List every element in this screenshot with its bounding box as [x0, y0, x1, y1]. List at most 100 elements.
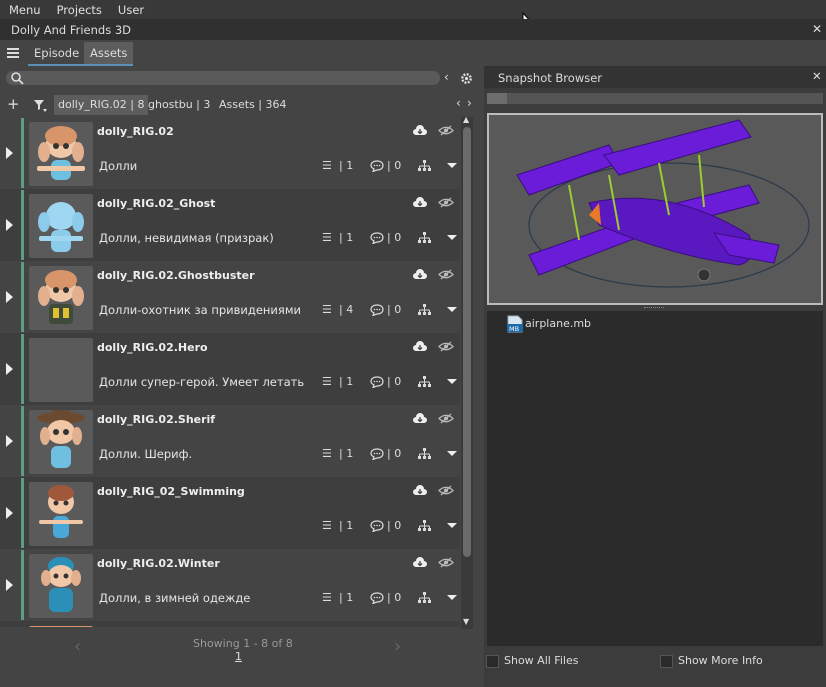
cloud-download-icon[interactable] [413, 269, 427, 280]
asset-list: dolly_RIG.02 Долли ☰ | 1 | 0 dolly_RIG.0… [0, 117, 460, 627]
hamburger-menu-icon[interactable] [7, 48, 19, 58]
list-item[interactable]: dolly_RIG_02_Swimming ☰ | 1 | 0 [0, 477, 460, 549]
tab-assets[interactable]: Assets [84, 42, 134, 66]
dropdown-caret-icon[interactable] [447, 523, 457, 528]
expand-arrow-icon[interactable] [6, 435, 13, 447]
search-input[interactable] [6, 71, 440, 85]
expand-arrow-icon[interactable] [6, 219, 13, 231]
menu-item-user[interactable]: User [109, 3, 151, 17]
comment-count: 0 [394, 375, 402, 388]
pagination-summary: Showing 1 - 8 of 8 [193, 637, 293, 650]
hierarchy-icon[interactable] [418, 160, 431, 172]
visibility-off-icon[interactable] [438, 485, 454, 496]
version-count: 1 [346, 231, 354, 244]
asset-description: Долли, в зимней одежде [99, 591, 251, 605]
tab-episode[interactable]: Episode [28, 42, 86, 66]
panel-divider[interactable] [476, 66, 484, 687]
show-all-files-checkbox[interactable] [486, 655, 499, 668]
close-window-icon[interactable]: ✕ [812, 22, 822, 36]
hierarchy-icon[interactable] [418, 304, 431, 316]
hierarchy-icon[interactable] [418, 232, 431, 244]
dropdown-caret-icon[interactable] [447, 595, 457, 600]
collapse-left-icon[interactable]: ‹ [444, 70, 449, 84]
scroll-left-icon[interactable]: ‹ [456, 96, 461, 110]
asset-thumbnail [29, 554, 93, 618]
filter-chip-dolly[interactable]: dolly_RIG.02 | 8 [54, 95, 149, 115]
comment-icon[interactable] [370, 304, 384, 316]
comment-icon[interactable] [370, 520, 384, 532]
scroll-up-icon[interactable]: ▲ [463, 115, 469, 124]
snapshot-preview[interactable] [487, 113, 823, 305]
hierarchy-icon[interactable] [418, 448, 431, 460]
visibility-off-icon[interactable] [438, 269, 454, 280]
cloud-download-icon[interactable] [413, 413, 427, 424]
filter-chip-ghostbu[interactable]: ghostbu | 3 [144, 95, 214, 115]
airplane-preview-image [516, 119, 810, 288]
hierarchy-icon[interactable] [418, 592, 431, 604]
menu-item-projects[interactable]: Projects [48, 3, 109, 17]
scroll-down-icon[interactable]: ▼ [463, 617, 469, 626]
versions-icon: ☰ [322, 375, 332, 388]
close-panel-icon[interactable]: ✕ [812, 69, 822, 83]
show-more-info-checkbox[interactable] [660, 655, 673, 668]
menu-item-menu[interactable]: Menu [0, 3, 48, 17]
expand-arrow-icon[interactable] [6, 147, 13, 159]
list-item[interactable]: dolly_RIG.02.Sherif Долли. Шериф. ☰ | 1 … [0, 405, 460, 477]
visibility-off-icon[interactable] [438, 557, 454, 568]
expand-arrow-icon[interactable] [6, 579, 13, 591]
list-item[interactable]: dolly_RIG.02.Ghostbuster Долли-охотник з… [0, 261, 460, 333]
comment-icon[interactable] [370, 376, 384, 388]
prev-page-icon[interactable]: ‹ [74, 636, 81, 657]
hierarchy-icon[interactable] [418, 520, 431, 532]
visibility-off-icon[interactable] [438, 125, 454, 136]
list-item[interactable]: dolly_RIG.02_Ghost Долли, невидимая (при… [0, 189, 460, 261]
hierarchy-icon[interactable] [418, 376, 431, 388]
visibility-off-icon[interactable] [438, 197, 454, 208]
asset-name: dolly_RIG.02 [97, 125, 174, 138]
visibility-off-icon[interactable] [438, 413, 454, 424]
dropdown-caret-icon[interactable] [447, 163, 457, 168]
cloud-download-icon[interactable] [413, 557, 427, 568]
cloud-download-icon[interactable] [413, 341, 427, 352]
asset-name: dolly_RIG.02.Sherif [97, 413, 216, 426]
expand-arrow-icon[interactable] [6, 507, 13, 519]
scroll-right-icon[interactable]: › [467, 96, 472, 110]
list-item[interactable]: dolly_RIG.02.Hero Долли супер-герой. Уме… [0, 333, 460, 405]
list-item[interactable] [0, 621, 460, 627]
dropdown-caret-icon[interactable] [447, 307, 457, 312]
comment-icon[interactable] [370, 232, 384, 244]
filter-chip-assets[interactable]: Assets | 364 [215, 95, 291, 115]
list-item[interactable]: dolly_RIG.02 Долли ☰ | 1 | 0 [0, 117, 460, 189]
show-more-info-label: Show More Info [678, 654, 763, 667]
page-number-link[interactable]: 1 [235, 650, 242, 663]
dropdown-caret-icon[interactable] [447, 451, 457, 456]
splitter-handle[interactable] [644, 307, 664, 310]
cloud-download-icon[interactable] [413, 125, 427, 136]
row-accent-bar [21, 262, 24, 332]
cloud-download-icon[interactable] [413, 197, 427, 208]
list-scrollbar[interactable]: ▲ ▼ [461, 115, 473, 629]
version-count: 1 [346, 519, 354, 532]
snapshot-browser-panel: Snapshot Browser ✕ MB airplane.mb Show A… [484, 66, 826, 687]
version-count: 1 [346, 159, 354, 172]
expand-arrow-icon[interactable] [6, 291, 13, 303]
filter-icon[interactable] [33, 99, 47, 112]
next-page-icon[interactable]: › [394, 636, 401, 657]
asset-description: Долли. Шериф. [99, 447, 193, 461]
comment-icon[interactable] [370, 448, 384, 460]
search-row: ‹ [0, 66, 476, 92]
dropdown-caret-icon[interactable] [447, 235, 457, 240]
list-item[interactable]: dolly_RIG.02.Winter Долли, в зимней одеж… [0, 549, 460, 621]
comment-icon[interactable] [370, 592, 384, 604]
add-icon[interactable]: + [7, 95, 20, 113]
expand-arrow-icon[interactable] [6, 363, 13, 375]
cloud-download-icon[interactable] [413, 485, 427, 496]
file-item[interactable]: MB airplane.mb [507, 315, 627, 333]
visibility-off-icon[interactable] [438, 341, 454, 352]
gear-icon[interactable] [460, 72, 473, 85]
dropdown-caret-icon[interactable] [447, 379, 457, 384]
asset-description: Долли, невидимая (призрак) [99, 231, 274, 245]
comment-icon[interactable] [370, 160, 384, 172]
scrollbar-thumb[interactable] [463, 127, 471, 557]
comment-count: 0 [394, 519, 402, 532]
